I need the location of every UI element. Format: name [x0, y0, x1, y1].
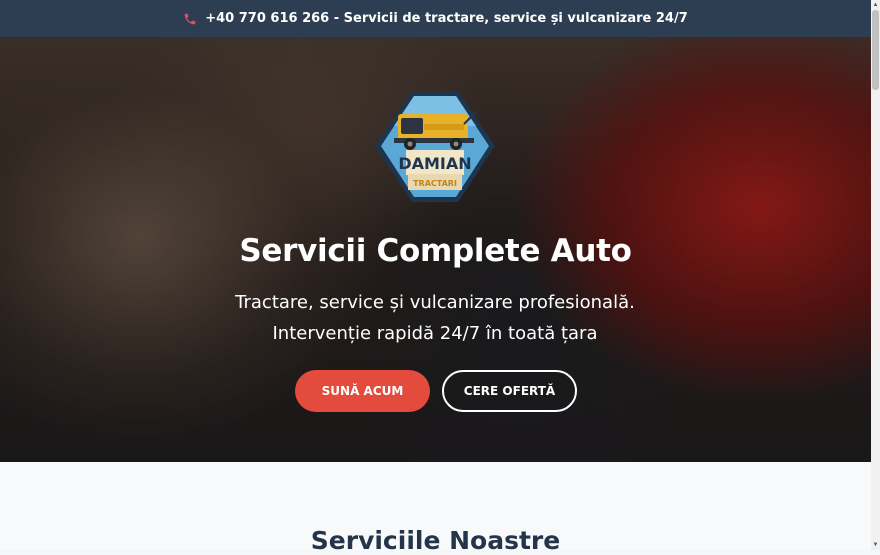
hero-section: DAMIAN TRACTARI Servicii Complete Auto T…	[0, 37, 871, 462]
services-section: Serviciile Noastre	[0, 462, 871, 555]
logo-subtitle: TRACTARI	[413, 179, 457, 188]
scroll-down-arrow-icon[interactable]: ▼	[871, 540, 880, 550]
services-title: Serviciile Noastre	[310, 526, 561, 555]
top-info-bar: +40 770 616 266 - Servicii de tractare, …	[0, 0, 871, 37]
page-scrollbar[interactable]: ▲ ▼	[871, 0, 880, 550]
damian-tractari-logo: DAMIAN TRACTARI	[372, 88, 498, 205]
hero-subtitle: Tractare, service și vulcanizare profesi…	[235, 292, 635, 344]
scroll-up-arrow-icon[interactable]: ▲	[871, 0, 880, 10]
request-offer-button[interactable]: CERE OFERTĂ	[442, 370, 577, 412]
call-now-button[interactable]: SUNĂ ACUM	[295, 370, 430, 412]
hero-title: Servicii Complete Auto	[239, 233, 632, 269]
topbar-text: +40 770 616 266 - Servicii de tractare, …	[205, 11, 688, 26]
phone-icon	[183, 12, 197, 26]
scrollbar-thumb[interactable]	[872, 10, 879, 90]
logo-name: DAMIAN	[398, 154, 471, 173]
